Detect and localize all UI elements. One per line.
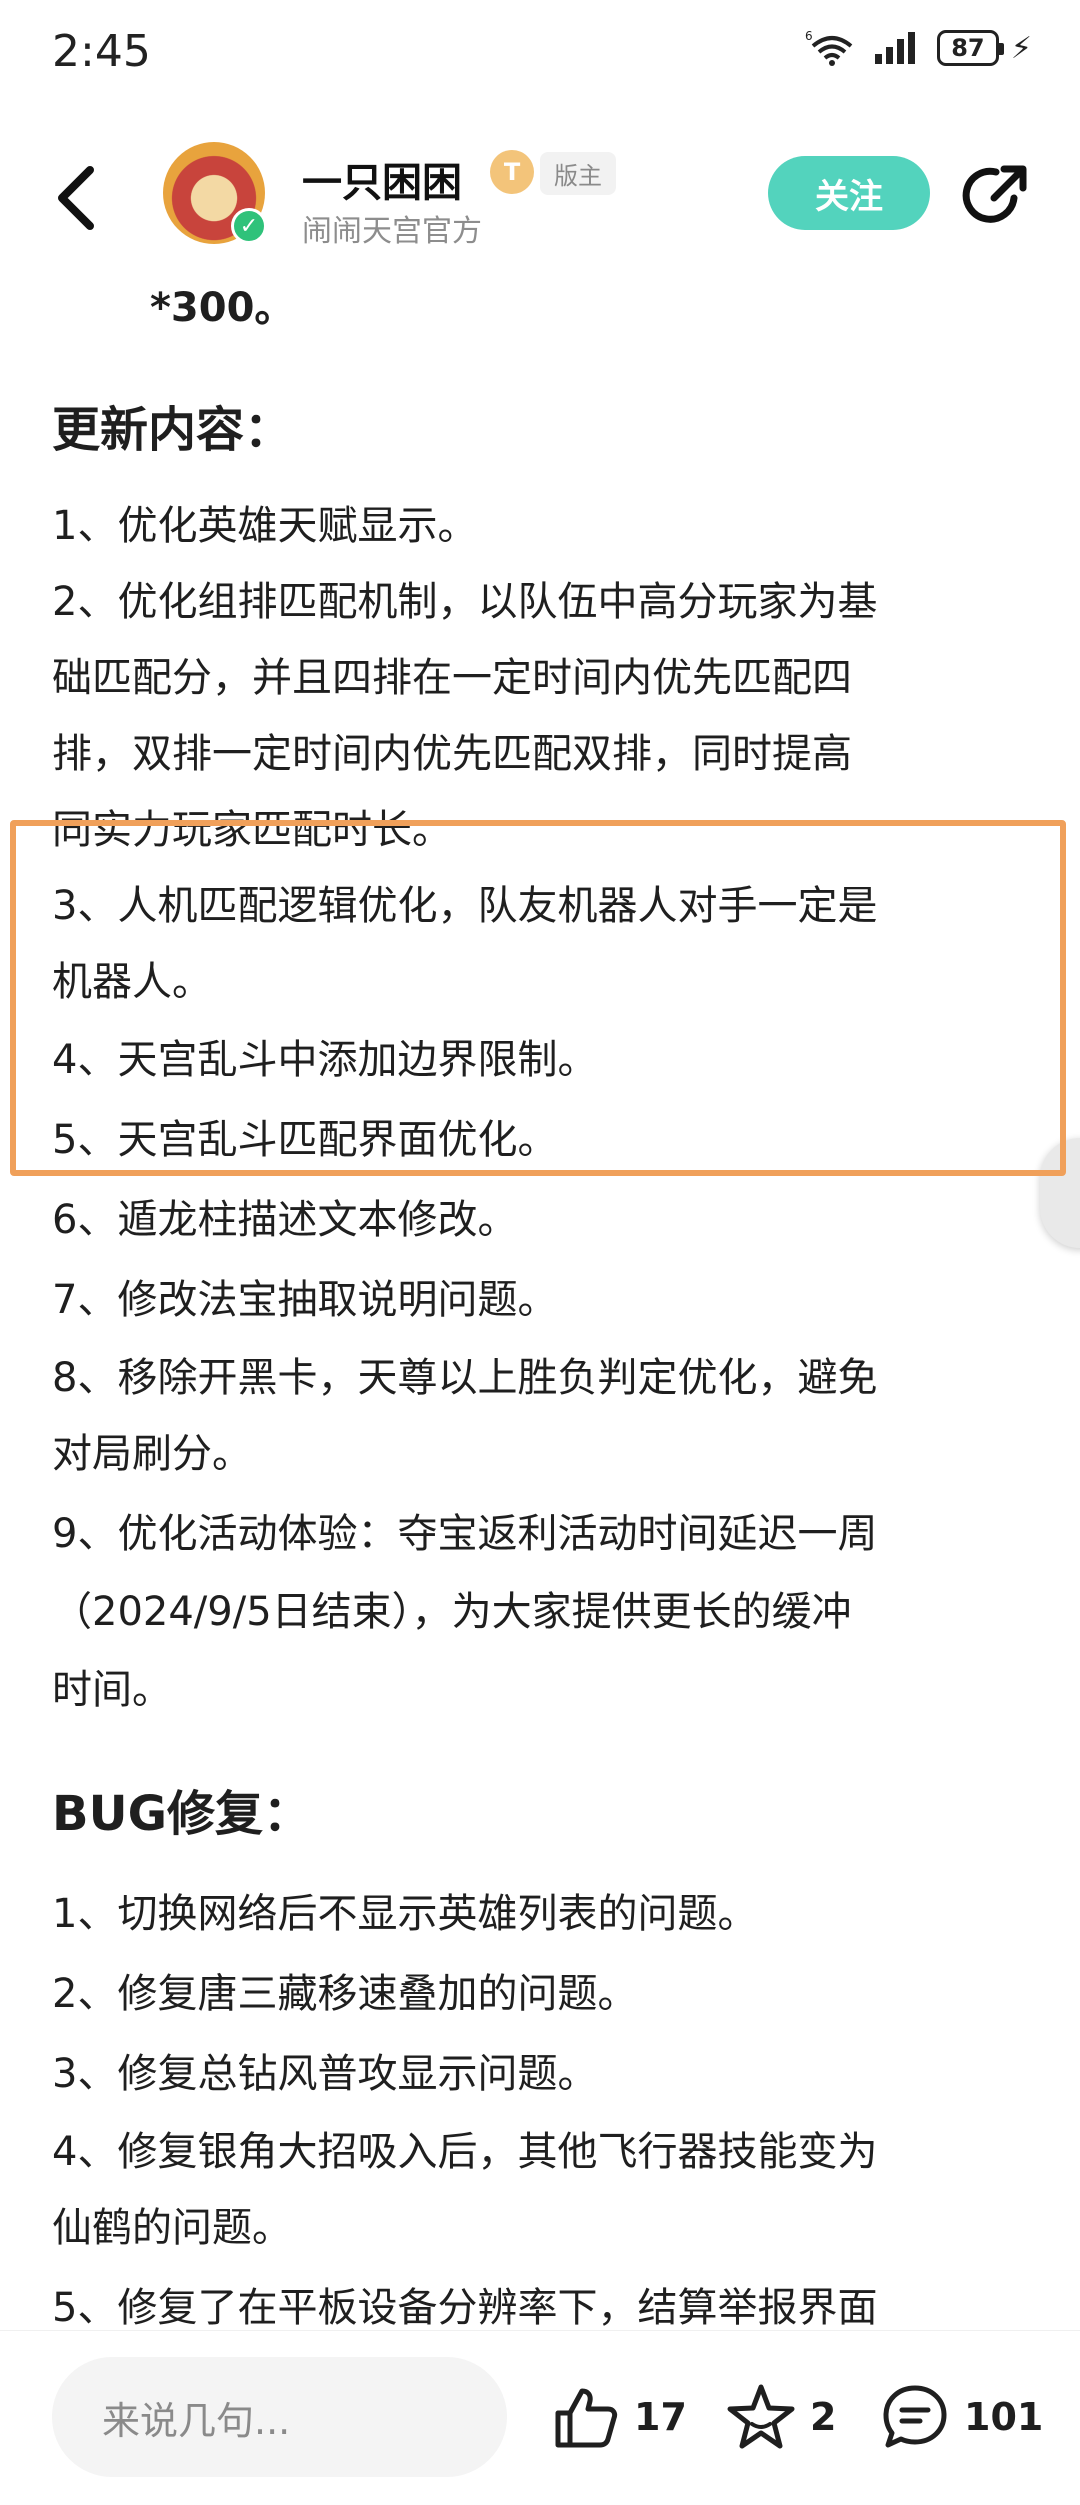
favorite-button[interactable]: 2 — [726, 2377, 836, 2457]
comment-bubble-icon — [883, 2385, 947, 2448]
share-icon[interactable] — [962, 160, 1032, 230]
text-line: 1、优化英雄天赋显示。 — [52, 503, 478, 549]
text-line: 对局刷分。 — [52, 1431, 252, 1477]
text-line: 1、切换网络后不显示英雄列表的问题。 — [52, 1891, 758, 1937]
battery-icon: 87 — [936, 30, 1004, 66]
favorite-count: 2 — [810, 2395, 837, 2439]
text-line: 4、修复银角大招吸入后，其他飞行器技能变为 — [52, 2129, 878, 2175]
status-time: 2:45 — [52, 26, 151, 77]
text-line: 2、优化组排匹配机制，以队伍中高分玩家为基 — [52, 579, 878, 625]
text-line: 2、修复唐三藏移速叠加的问题。 — [52, 1971, 638, 2017]
text-line: （2024/9/5日结束），为大家提供更长的缓冲 — [52, 1589, 852, 1635]
bottom-action-bar: 来说几句... 17 2 101 — [0, 2330, 1080, 2505]
post-header: ✓ 一只困困 T 版主 闹闹天宫官方 关注 — [0, 120, 1080, 270]
star-icon — [727, 2384, 795, 2449]
back-button[interactable] — [48, 158, 108, 238]
text-line: 7、修改法宝抽取说明问题。 — [52, 1277, 558, 1323]
text-line: 机器人。 — [52, 959, 212, 1005]
wifi-icon: 6 — [805, 29, 853, 66]
svg-text:6: 6 — [805, 29, 813, 43]
text-line: 9、优化活动体验：夺宝返利活动时间延迟一周 — [52, 1511, 878, 1557]
thumbs-up-icon — [555, 2388, 618, 2448]
text-line: 6、遁龙柱描述文本修改。 — [52, 1197, 518, 1243]
like-button[interactable]: 17 — [552, 2377, 687, 2457]
verified-icon: ✓ — [231, 208, 267, 244]
level-badge: T — [490, 150, 534, 194]
text-line: 4、天宫乱斗中添加边界限制。 — [52, 1037, 598, 1083]
avatar[interactable]: ✓ — [163, 142, 267, 244]
text-line: 8、移除开黑卡，天尊以上胜负判定优化，避免 — [52, 1355, 878, 1401]
text-line: 仙鹤的问题。 — [52, 2205, 292, 2251]
author-name[interactable]: 一只困困 — [302, 150, 462, 208]
battery-level: 87 — [951, 34, 985, 62]
follow-button[interactable]: 关注 — [768, 156, 930, 230]
role-badge: 版主 — [540, 152, 616, 195]
section-heading: 更新内容： — [52, 402, 293, 458]
section-heading: BUG修复： — [52, 1786, 311, 1842]
text-line: 5、天宫乱斗匹配界面优化。 — [52, 1117, 558, 1163]
status-bar: 2:45 6 87 ⚡ — [0, 0, 1080, 110]
status-icons: 6 87 ⚡ — [805, 28, 1032, 68]
comment-input[interactable]: 来说几句... — [52, 2357, 507, 2477]
text-line: 3、修复总钻风普攻显示问题。 — [52, 2051, 598, 2097]
author-subtitle: 闹闹天宫官方 — [302, 214, 482, 249]
text-line: 5、修复了在平板设备分辨率下，结算举报界面 — [52, 2285, 878, 2328]
text-line: *300。 — [150, 285, 295, 331]
text-line: 3、人机匹配逻辑优化，队友机器人对手一定是 — [52, 883, 878, 929]
charging-icon: ⚡ — [1010, 30, 1032, 66]
comment-count: 101 — [964, 2395, 1044, 2439]
article-body: *300。 更新内容： 1、优化英雄天赋显示。 2、优化组排匹配机制，以队伍中高… — [0, 270, 1080, 2328]
text-line: 同实力玩家匹配时长。 — [52, 807, 452, 853]
signal-icon — [874, 32, 915, 64]
comment-button[interactable]: 101 — [880, 2377, 1043, 2457]
text-line: 时间。 — [52, 1667, 172, 1713]
text-line: 础匹配分，并且四排在一定时间内优先匹配四 — [52, 655, 852, 701]
like-count: 17 — [634, 2395, 687, 2439]
text-line: 排，双排一定时间内优先匹配双排，同时提高 — [52, 731, 852, 777]
